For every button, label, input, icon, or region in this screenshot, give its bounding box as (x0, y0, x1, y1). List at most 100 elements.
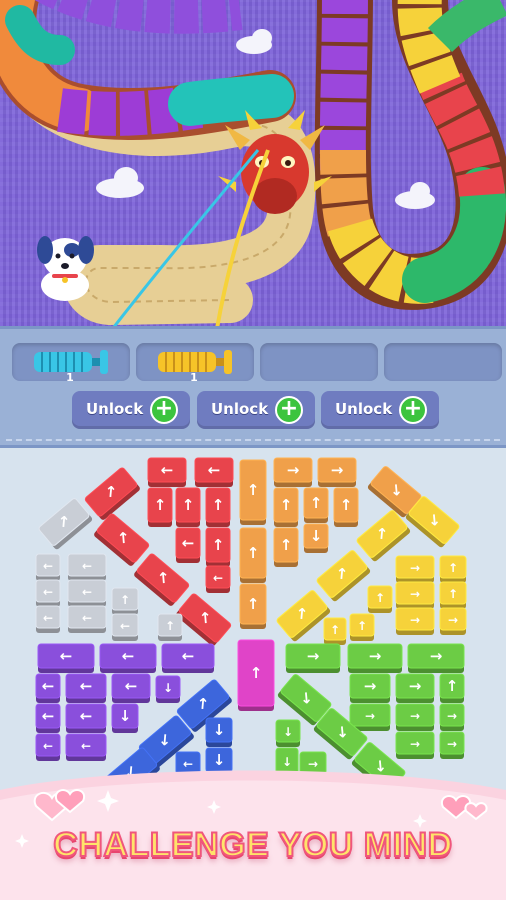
arrow-block[interactable]: ↑ (205, 487, 231, 527)
arrow-block[interactable]: → (395, 673, 435, 703)
arrow-icon: ↑ (280, 496, 293, 514)
arrow-block[interactable]: ↖ (175, 593, 232, 647)
arrow-block[interactable]: ↑ (273, 487, 299, 527)
arrow-block[interactable]: ↓ (205, 717, 233, 747)
arrow-block[interactable]: → (347, 643, 403, 673)
arrow-block[interactable]: ← (35, 605, 61, 633)
arrow-block[interactable]: ← (194, 457, 234, 487)
spool-count: 1 (190, 371, 198, 384)
arrow-icon: ↑ (212, 536, 225, 554)
arrow-block[interactable]: ← (35, 579, 61, 607)
cloud-icon (395, 182, 435, 209)
arrow-block[interactable]: ↓ (275, 719, 301, 747)
arrow-icon: ← (213, 571, 223, 585)
arrow-icon: ← (161, 461, 174, 479)
arrow-block[interactable]: → (407, 643, 465, 673)
unlock-slot-button[interactable]: Unlock + (197, 391, 315, 429)
yarn-snake-left (0, 0, 296, 141)
arrow-block[interactable]: ← (67, 553, 107, 581)
spool-slot-4[interactable] (384, 343, 502, 381)
arrow-block[interactable]: → (285, 643, 341, 673)
arrow-icon: ← (208, 461, 221, 479)
arrow-block[interactable]: ↑ (237, 639, 275, 711)
arrow-block[interactable]: ↑ (349, 613, 375, 641)
arrow-block[interactable]: → (439, 607, 467, 635)
arrow-block[interactable]: ← (111, 613, 139, 641)
arrow-block[interactable]: ← (99, 643, 157, 673)
spool-slot-3[interactable] (260, 343, 378, 381)
arrow-block[interactable]: ↓ (155, 675, 181, 703)
arrow-block[interactable]: ↓ (111, 703, 139, 733)
unlock-slot-button[interactable]: Unlock + (72, 391, 190, 429)
arrow-block[interactable]: ← (67, 579, 107, 607)
arrow-block[interactable]: ↓ (303, 523, 329, 553)
arrow-icon: ← (183, 757, 193, 771)
arrow-block[interactable]: ↑ (323, 617, 347, 645)
arrow-block[interactable]: → (439, 703, 465, 731)
arrow-block[interactable]: ↑ (439, 581, 467, 609)
arrow-icon: ↑ (280, 536, 293, 554)
arrow-block[interactable]: ← (35, 703, 61, 733)
arrow-block[interactable]: ↗ (84, 467, 141, 521)
arrow-block[interactable]: ← (175, 527, 201, 563)
arrow-block[interactable]: ↗ (276, 589, 331, 642)
arrow-block[interactable]: → (349, 703, 391, 731)
arrow-block[interactable]: ↑ (111, 587, 139, 615)
arrow-block[interactable]: ↑ (439, 555, 467, 583)
arrow-block[interactable]: ← (65, 703, 107, 733)
arrow-block[interactable]: ↗ (38, 497, 93, 550)
arrow-block[interactable]: → (395, 607, 435, 635)
yarn-snake-right (314, 0, 506, 310)
arrow-icon: ↑ (340, 496, 353, 514)
arrow-block[interactable]: → (395, 581, 435, 609)
arrow-block[interactable]: ↑ (239, 459, 267, 525)
arrow-icon: → (410, 709, 420, 723)
arrow-block[interactable]: ↑ (239, 583, 267, 629)
arrow-icon: ← (125, 677, 138, 695)
arrow-block[interactable]: ← (65, 673, 107, 703)
arrow-icon: → (287, 461, 300, 479)
arrow-block[interactable]: ← (35, 733, 61, 761)
arrow-block[interactable]: ← (35, 673, 61, 703)
arrow-block[interactable]: → (273, 457, 313, 487)
arrow-block[interactable]: ↑ (273, 527, 299, 567)
arrow-icon: ← (43, 559, 53, 573)
arrow-block[interactable]: ← (161, 643, 215, 673)
arrow-block[interactable]: ← (37, 643, 95, 673)
arrow-block[interactable]: ← (147, 457, 187, 487)
arrow-icon: → (364, 677, 377, 695)
arrow-icon: → (447, 737, 457, 751)
arrow-block[interactable]: ← (67, 605, 107, 633)
scene-art (0, 0, 506, 330)
arrow-icon: ↓ (310, 527, 323, 545)
arrow-block[interactable]: ↑ (239, 527, 267, 583)
arrow-icon: ↑ (446, 677, 459, 695)
arrow-icon: ↑ (448, 561, 458, 575)
arrow-block[interactable]: ↑ (303, 487, 329, 523)
arrow-block[interactable]: ↑ (333, 487, 359, 527)
arrow-block[interactable]: ← (35, 553, 61, 581)
arrow-block[interactable]: ↑ (175, 487, 201, 527)
arrow-block[interactable]: ↗ (356, 509, 411, 562)
arrow-block[interactable]: ↑ (439, 673, 465, 703)
arrow-block[interactable]: ↗ (316, 549, 371, 602)
arrow-block[interactable]: → (395, 555, 435, 583)
arrow-block[interactable]: → (439, 731, 465, 759)
arrow-block[interactable]: ↑ (157, 613, 183, 641)
arrow-icon: → (448, 613, 458, 627)
arrow-block[interactable]: ← (65, 733, 107, 761)
arrow-block[interactable]: → (395, 703, 435, 731)
arrow-icon: ← (42, 707, 55, 725)
unlock-slot-button[interactable]: Unlock + (321, 391, 439, 429)
arrow-block[interactable]: → (317, 457, 357, 487)
arrow-block[interactable]: ↑ (147, 487, 173, 527)
arrow-block[interactable]: ↑ (367, 585, 393, 613)
arrow-block[interactable]: → (349, 673, 391, 703)
arrow-icon: ← (60, 647, 73, 665)
arrow-icon: ↑ (357, 619, 367, 633)
arrow-block[interactable]: ↑ (205, 527, 231, 567)
arrow-block[interactable]: ← (111, 673, 151, 703)
arrow-icon: → (369, 647, 382, 665)
arrow-block[interactable]: ← (205, 565, 231, 593)
arrow-block[interactable]: → (395, 731, 435, 759)
